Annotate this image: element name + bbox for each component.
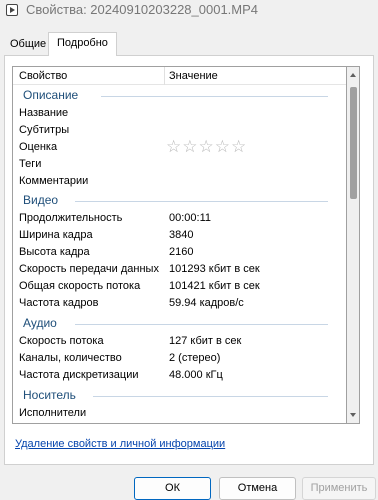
cancel-button[interactable]: Отмена	[219, 477, 296, 500]
property-name: Каналы, количество	[19, 352, 122, 364]
title-bar: Свойства: 20240910203228_0001.MP4	[0, 0, 378, 30]
property-name: Частота кадров	[19, 297, 99, 309]
property-value: 2 (стерео)	[169, 352, 221, 364]
group-divider	[75, 201, 328, 202]
property-row[interactable]: Теги	[13, 156, 346, 173]
column-header-property[interactable]: Свойство	[19, 70, 67, 82]
group-divider	[101, 96, 328, 97]
group-divider	[75, 324, 328, 325]
property-name: Общая скорость потока	[19, 280, 141, 292]
property-value: 3840	[169, 229, 194, 241]
column-header: Свойство Значение	[13, 67, 346, 85]
property-name: Теги	[19, 158, 42, 170]
vertical-scrollbar[interactable]	[347, 66, 360, 424]
property-name: Исполнители	[19, 407, 87, 419]
property-value: 00:00:11	[169, 212, 212, 224]
scroll-down-arrow-icon[interactable]	[350, 413, 356, 417]
property-name: Название	[19, 107, 69, 119]
group-label: Видео	[23, 193, 59, 207]
property-value: 101421 кбит в сек	[169, 280, 260, 292]
scroll-up-arrow-icon[interactable]	[350, 73, 356, 77]
tab-details[interactable]: Подробно	[48, 32, 117, 56]
property-row[interactable]: Продолжительность 00:00:11	[13, 210, 346, 227]
window-title: Свойства: 20240910203228_0001.MP4	[26, 2, 259, 17]
group-label: Носитель	[23, 388, 76, 402]
ok-button[interactable]: ОК	[134, 477, 211, 500]
tab-general[interactable]: Общие	[4, 34, 52, 56]
property-row[interactable]: Комментарии	[13, 173, 346, 190]
group-label: Описание	[23, 88, 79, 102]
property-row[interactable]: Высота кадра 2160	[13, 244, 346, 261]
remove-properties-link[interactable]: Удаление свойств и личной информации	[15, 438, 225, 450]
property-name: Ширина кадра	[19, 229, 93, 241]
property-row[interactable]: Каналы, количество 2 (стерео)	[13, 350, 346, 367]
column-header-value[interactable]: Значение	[169, 70, 218, 82]
property-value: 2160	[169, 246, 194, 258]
property-name: Комментарии	[19, 175, 89, 187]
property-row[interactable]: Исполнители	[13, 405, 346, 422]
property-name: Скорость передачи данных	[19, 263, 159, 275]
property-name: Скорость потока	[19, 335, 104, 347]
property-value: 48.000 кГц	[169, 369, 223, 381]
property-name: Оценка	[19, 141, 58, 153]
group-divider	[93, 396, 328, 397]
property-row[interactable]: Оценка ☆☆☆☆☆	[13, 137, 346, 157]
property-row[interactable]: Скорость передачи данных 101293 кбит в с…	[13, 261, 346, 278]
group-header-audio: Аудио	[13, 315, 346, 332]
property-name: Частота дискретизации	[19, 369, 139, 381]
property-row[interactable]: Ширина кадра 3840	[13, 227, 346, 244]
property-value: 59.94 кадров/с	[169, 297, 244, 309]
group-header-media: Носитель	[13, 387, 346, 404]
group-label: Аудио	[23, 316, 57, 330]
group-header-video: Видео	[13, 192, 346, 209]
column-separator[interactable]	[164, 67, 165, 85]
property-name: Субтитры	[19, 124, 70, 136]
scroll-thumb[interactable]	[350, 87, 357, 199]
group-header-description: Описание	[13, 87, 346, 104]
property-row[interactable]: Частота дискретизации 48.000 кГц	[13, 367, 346, 384]
property-name: Высота кадра	[19, 246, 90, 258]
property-row[interactable]: Название	[13, 105, 346, 122]
property-name: Продолжительность	[19, 212, 123, 224]
property-value: 101293 кбит в сек	[169, 263, 260, 275]
apply-button[interactable]: Применить	[302, 477, 376, 500]
video-file-icon	[6, 4, 18, 16]
property-row[interactable]: Скорость потока 127 кбит в сек	[13, 333, 346, 350]
property-row[interactable]: Общая скорость потока 101421 кбит в сек	[13, 278, 346, 295]
properties-list[interactable]: Свойство Значение Описание Название Субт…	[12, 66, 347, 424]
property-value: 127 кбит в сек	[169, 335, 242, 347]
property-row[interactable]: Частота кадров 59.94 кадров/с	[13, 295, 346, 312]
rating-stars[interactable]: ☆☆☆☆☆	[166, 137, 247, 157]
